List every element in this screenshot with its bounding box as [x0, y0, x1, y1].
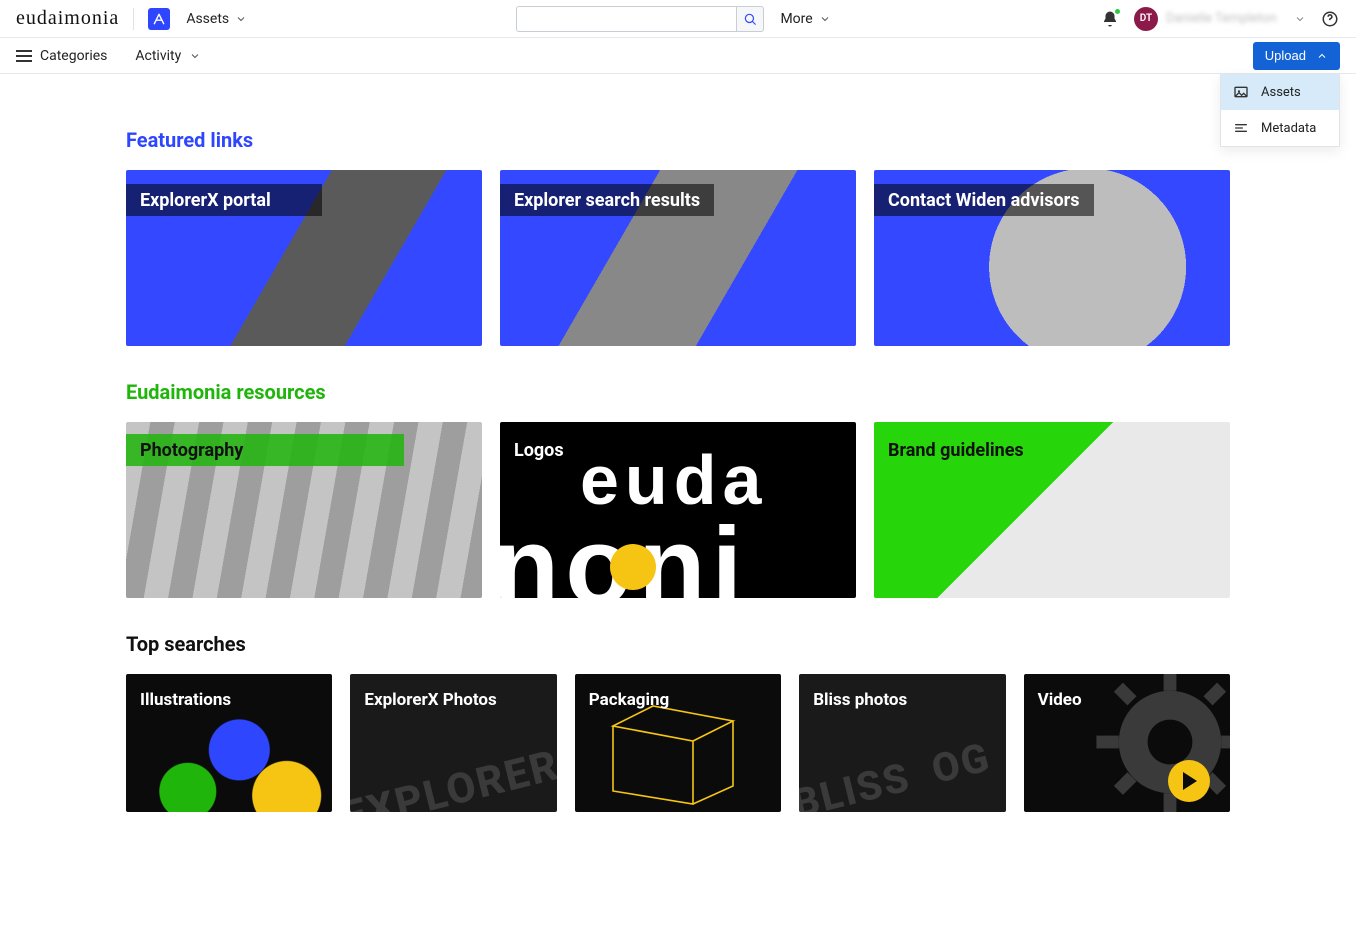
more-label: More [780, 11, 812, 27]
search-icon [743, 12, 757, 26]
upload-menu-label: Assets [1261, 85, 1301, 100]
card-label: Logos [500, 434, 578, 466]
activity-dropdown[interactable]: Activity [135, 48, 201, 64]
section-title-featured: Featured links [126, 128, 1230, 152]
search-button[interactable] [736, 6, 764, 32]
card-label: Explorer search results [500, 184, 714, 216]
card-label: Contact Widen advisors [874, 184, 1094, 216]
chevron-down-icon [819, 13, 831, 25]
card-label: Photography [126, 434, 404, 466]
upload-menu-item-assets[interactable]: Assets [1221, 74, 1339, 110]
secondary-bar: Categories Activity Upload Assets Metada… [0, 38, 1356, 74]
search-card-explorerx-photos[interactable]: ExplorerX Photos [350, 674, 556, 812]
notification-dot-icon [1114, 8, 1121, 15]
upload-menu-label: Metadata [1261, 121, 1316, 136]
lines-icon [1233, 120, 1249, 136]
resource-card-brand-guidelines[interactable]: Brand guidelines [874, 422, 1230, 598]
image-icon [1233, 84, 1249, 100]
upload-menu: Assets Metadata [1220, 74, 1340, 147]
card-label: ExplorerX Photos [350, 684, 510, 716]
divider [133, 8, 134, 30]
card-label: Packaging [575, 684, 683, 716]
categories-label: Categories [40, 48, 107, 64]
help-button[interactable] [1320, 9, 1340, 29]
categories-button[interactable]: Categories [16, 48, 107, 64]
play-icon [1168, 760, 1210, 802]
upload-label: Upload [1265, 48, 1306, 63]
resource-card-logos[interactable]: euda noni Logos [500, 422, 856, 598]
more-dropdown[interactable]: More [776, 5, 834, 33]
chevron-down-icon [235, 13, 247, 25]
card-label: Video [1024, 684, 1096, 716]
notifications-button[interactable] [1100, 9, 1120, 29]
search-input[interactable] [516, 6, 736, 32]
topbar-center: More [251, 5, 1100, 33]
section-title-resources: Eudaimonia resources [126, 380, 1230, 404]
upload-menu-item-metadata[interactable]: Metadata [1221, 110, 1339, 146]
resources-row: Photography euda noni Logos Brand guidel… [126, 422, 1230, 598]
search-card-illustrations[interactable]: Illustrations [126, 674, 332, 812]
topbar-right: DT Danielle Templeton [1100, 7, 1340, 31]
hamburger-icon [16, 50, 32, 62]
avatar: DT [1134, 7, 1158, 31]
top-searches-row: Illustrations ExplorerX Photos Packaging… [126, 674, 1230, 812]
app-badge-icon[interactable] [148, 8, 170, 30]
chevron-down-icon [1294, 13, 1306, 25]
topbar: eudaimonia Assets More DT Danielle Templ… [0, 0, 1356, 38]
featured-row: ExplorerX portal Explorer search results… [126, 170, 1230, 346]
main-content: Featured links ExplorerX portal Explorer… [118, 74, 1238, 852]
card-label: ExplorerX portal [126, 184, 322, 216]
search-card-bliss-photos[interactable]: Bliss photos [799, 674, 1005, 812]
chevron-down-icon [189, 50, 201, 62]
upload-button[interactable]: Upload [1253, 42, 1340, 70]
help-icon [1321, 10, 1339, 28]
search-wrap [516, 6, 764, 32]
search-card-packaging[interactable]: Packaging [575, 674, 781, 812]
user-name: Danielle Templeton [1166, 11, 1286, 26]
card-label: Brand guidelines [874, 434, 1038, 466]
card-label: Bliss photos [799, 684, 921, 716]
secbar-left: Categories Activity [16, 48, 201, 64]
user-menu[interactable]: DT Danielle Templeton [1134, 7, 1306, 31]
resource-card-photography[interactable]: Photography [126, 422, 482, 598]
featured-card-contact-advisors[interactable]: Contact Widen advisors [874, 170, 1230, 346]
card-label: Illustrations [126, 684, 245, 716]
assets-dropdown-label: Assets [186, 11, 229, 27]
featured-card-explorer-search[interactable]: Explorer search results [500, 170, 856, 346]
brand-logo: eudaimonia [16, 7, 119, 30]
search-card-video[interactable]: Video [1024, 674, 1230, 812]
activity-label: Activity [135, 48, 181, 64]
featured-card-explorerx-portal[interactable]: ExplorerX portal [126, 170, 482, 346]
section-title-top-searches: Top searches [126, 632, 1230, 656]
assets-dropdown[interactable]: Assets [182, 5, 251, 33]
gear-icon [1090, 674, 1230, 812]
chevron-up-icon [1316, 50, 1328, 62]
